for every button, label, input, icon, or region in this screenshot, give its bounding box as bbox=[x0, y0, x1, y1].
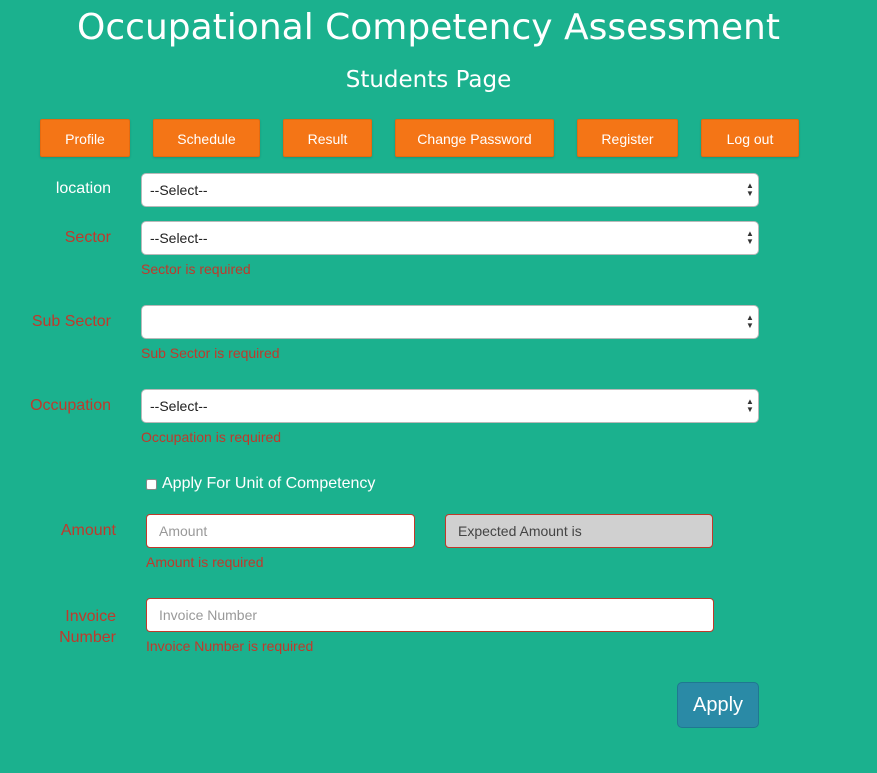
unit-of-competency-checkbox[interactable] bbox=[146, 479, 157, 490]
invoice-label-line2: Number bbox=[59, 629, 116, 646]
invoice-label-line1: Invoice bbox=[65, 608, 116, 625]
change-password-button[interactable]: Change Password bbox=[395, 119, 554, 157]
logout-button[interactable]: Log out bbox=[701, 119, 799, 157]
top-nav: Profile Schedule Result Change Password … bbox=[0, 119, 877, 157]
sector-select[interactable]: --Select-- ▲ ▼ bbox=[141, 221, 759, 255]
occupation-select-value: --Select-- bbox=[150, 398, 208, 414]
profile-button[interactable]: Profile bbox=[40, 119, 130, 157]
select-arrows-icon: ▲ ▼ bbox=[746, 313, 754, 330]
select-arrows-icon: ▲ ▼ bbox=[746, 229, 754, 246]
select-arrows-icon: ▲ ▼ bbox=[746, 181, 754, 198]
amount-input[interactable]: Amount bbox=[146, 514, 415, 548]
location-select-value: --Select-- bbox=[150, 182, 208, 198]
invoice-number-error: Invoice Number is required bbox=[146, 638, 314, 654]
register-button[interactable]: Register bbox=[577, 119, 678, 157]
sub-sector-error: Sub Sector is required bbox=[141, 345, 280, 361]
location-select[interactable]: --Select-- ▲ ▼ bbox=[141, 173, 759, 207]
amount-label: Amount bbox=[60, 522, 116, 539]
invoice-number-label: Invoice Number bbox=[40, 606, 116, 648]
location-label: location bbox=[55, 180, 111, 197]
amount-error: Amount is required bbox=[146, 554, 264, 570]
result-button[interactable]: Result bbox=[283, 119, 372, 157]
page-title: Occupational Competency Assessment bbox=[77, 7, 780, 48]
occupation-error: Occupation is required bbox=[141, 429, 282, 445]
sub-sector-select[interactable]: ▲ ▼ bbox=[141, 305, 759, 339]
select-arrows-icon: ▲ ▼ bbox=[746, 397, 754, 414]
sub-sector-label: Sub Sector bbox=[31, 313, 111, 330]
sector-label: Sector bbox=[64, 229, 111, 246]
unit-of-competency-label: Apply For Unit of Competency bbox=[162, 475, 376, 492]
occupation-select[interactable]: --Select-- ▲ ▼ bbox=[141, 389, 759, 423]
page-subtitle: Students Page bbox=[345, 67, 512, 93]
expected-amount-field: Expected Amount is bbox=[445, 514, 713, 548]
schedule-button[interactable]: Schedule bbox=[153, 119, 260, 157]
apply-button[interactable]: Apply bbox=[677, 682, 759, 728]
sector-error: Sector is required bbox=[141, 261, 251, 277]
invoice-number-input[interactable]: Invoice Number bbox=[146, 598, 714, 632]
occupation-label: Occupation bbox=[30, 397, 111, 414]
sector-select-value: --Select-- bbox=[150, 230, 208, 246]
